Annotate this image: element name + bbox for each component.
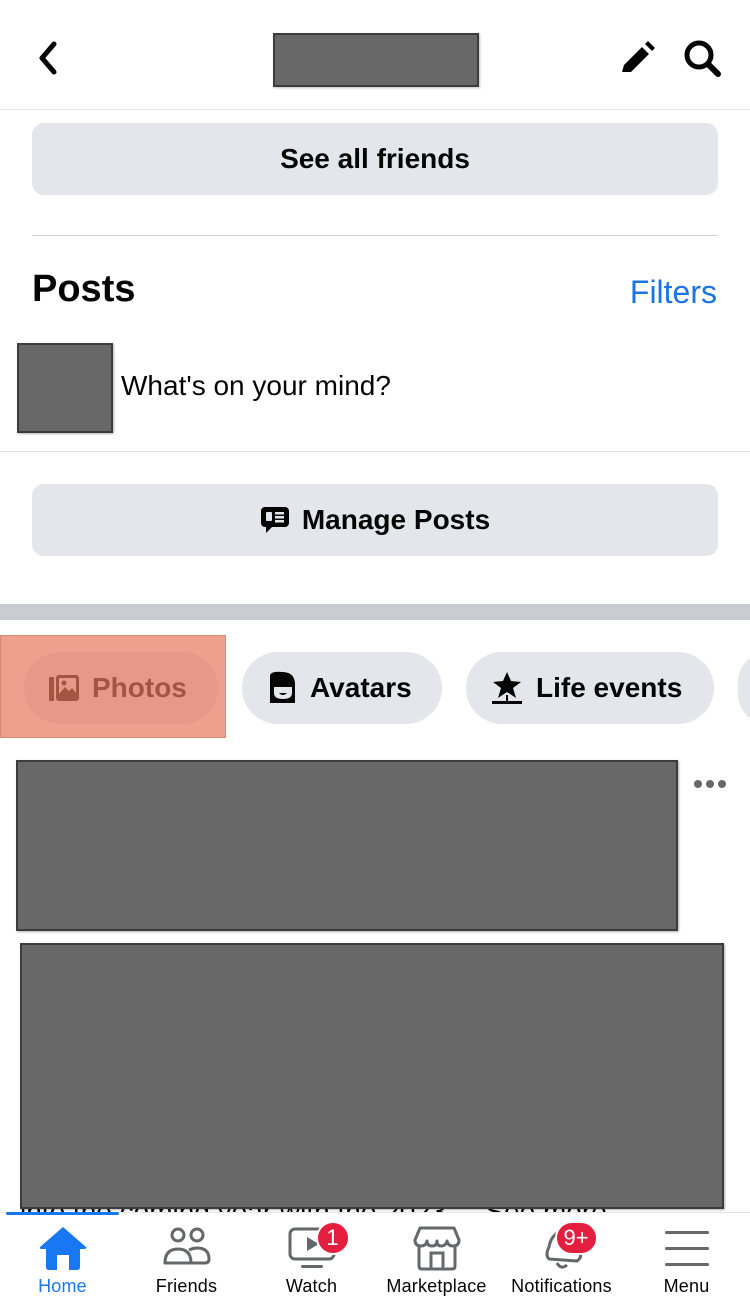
composer-placeholder[interactable]: What's on your mind? — [121, 370, 391, 402]
tab-home[interactable]: Home — [0, 1213, 125, 1300]
section-separator — [0, 604, 750, 620]
bottom-tab-bar: Home Friends 1 Watch Marketplace 9+ Noti… — [0, 1212, 750, 1300]
edit-button[interactable] — [616, 36, 660, 80]
avatar-face-icon — [270, 671, 295, 703]
posts-heading: Posts — [32, 268, 136, 310]
tab-marketplace[interactable]: Marketplace — [374, 1213, 499, 1300]
manage-posts-button[interactable]: Manage Posts — [32, 484, 718, 556]
tab-menu[interactable]: Menu — [624, 1213, 749, 1300]
manage-posts-label: Manage Posts — [301, 504, 491, 535]
chip-more-partial[interactable] — [738, 652, 750, 724]
tab-label: Notifications — [511, 1276, 612, 1296]
chip-avatars[interactable]: Avatars — [242, 652, 442, 724]
profile-name-redacted — [273, 33, 479, 87]
marketplace-shop-icon — [413, 1226, 460, 1271]
tab-label: Watch — [285, 1276, 338, 1296]
top-nav-bar — [0, 0, 750, 110]
photo-album-icon — [49, 675, 79, 701]
tab-friends[interactable]: Friends — [124, 1213, 249, 1300]
chip-photos[interactable]: Photos — [24, 652, 218, 724]
tab-label: Menu — [663, 1276, 710, 1296]
star-flag-icon — [492, 672, 522, 704]
post-composer[interactable]: What's on your mind? — [0, 340, 750, 452]
chip-label: Photos — [92, 672, 187, 703]
filters-link[interactable]: Filters — [630, 274, 717, 311]
chevron-left-icon — [39, 41, 57, 75]
watch-badge: 1 — [315, 1221, 350, 1255]
post-media-redacted — [20, 943, 724, 1209]
search-icon — [684, 40, 721, 77]
see-all-friends-label: See all friends — [280, 143, 470, 174]
hamburger-menu-icon — [664, 1231, 709, 1266]
notifications-badge: 9+ — [554, 1221, 598, 1255]
chip-label: Avatars — [310, 672, 412, 703]
tab-label: Marketplace — [386, 1276, 487, 1296]
friends-icon — [163, 1227, 211, 1265]
tab-label: Home — [38, 1276, 87, 1296]
chip-life-events[interactable]: Life events — [466, 652, 714, 724]
see-all-friends-button[interactable]: See all friends — [32, 123, 718, 195]
home-icon — [39, 1227, 86, 1270]
tab-label: Friends — [155, 1276, 218, 1296]
avatar — [17, 343, 113, 433]
tab-notifications[interactable]: 9+ Notifications — [499, 1213, 624, 1300]
active-tab-indicator — [6, 1212, 119, 1215]
chip-label: Life events — [536, 672, 683, 703]
speech-bubble-list-icon — [260, 507, 289, 533]
back-button[interactable] — [28, 36, 68, 80]
post-header-redacted — [16, 760, 678, 931]
tab-watch[interactable]: 1 Watch — [249, 1213, 374, 1300]
more-dots-icon — [694, 780, 702, 788]
pencil-icon — [622, 41, 655, 72]
search-button[interactable] — [678, 34, 726, 82]
post-more-button[interactable] — [688, 770, 732, 798]
section-divider — [32, 235, 718, 236]
